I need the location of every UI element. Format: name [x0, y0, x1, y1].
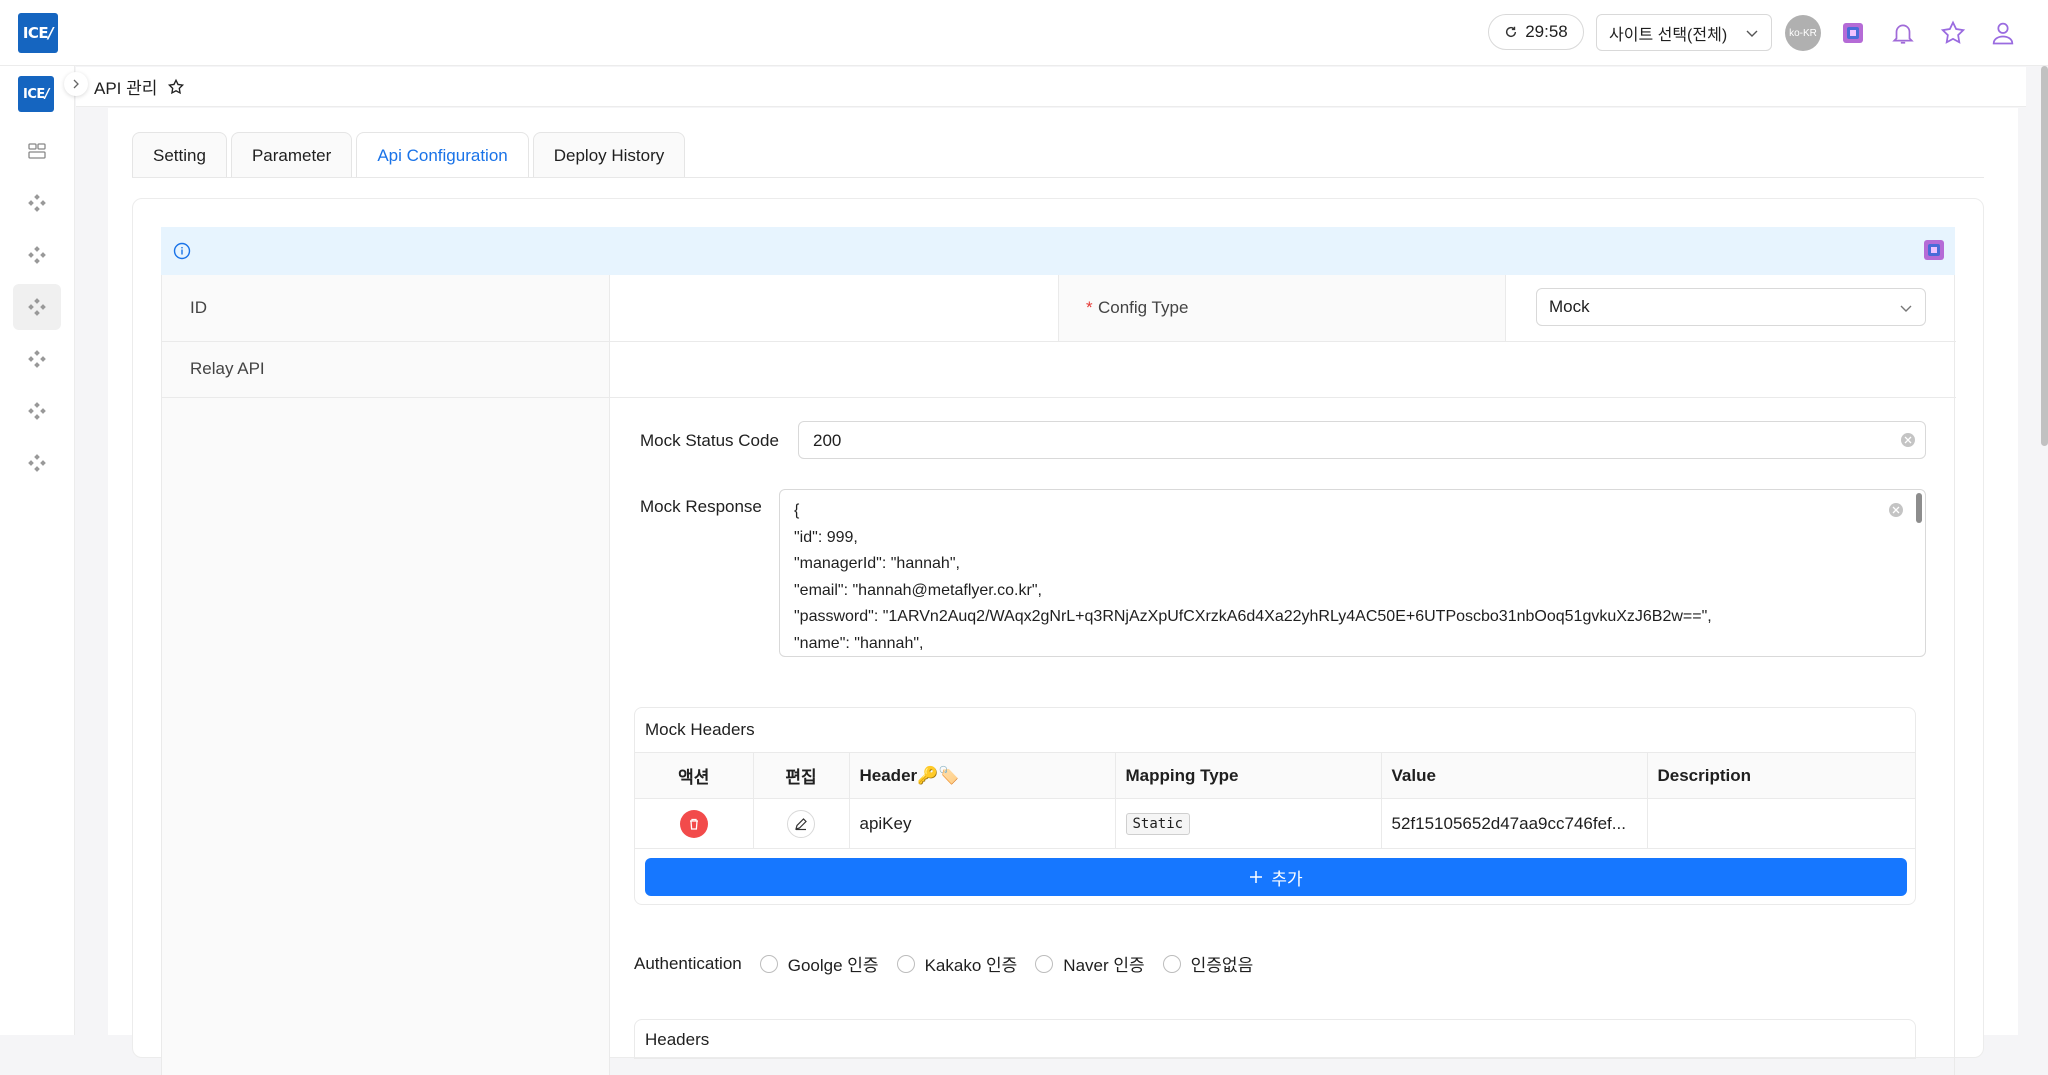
sidebar-item-module-2[interactable] [13, 232, 61, 278]
column-header-header: Header🔑🏷️ [849, 752, 1116, 799]
page-scrollbar[interactable] [2041, 66, 2048, 446]
column-header-edit: 편집 [753, 752, 850, 799]
pencil-icon [795, 817, 807, 830]
row-divider [162, 341, 1956, 342]
headers-title: Headers [645, 1030, 710, 1049]
trash-icon [689, 818, 698, 830]
page-title: API 관리 [94, 79, 158, 98]
edit-button[interactable] [787, 809, 815, 838]
bell-icon[interactable] [1886, 16, 1920, 50]
mock-response-textarea[interactable]: { "id": 999, "managerId": "hannah", "ema… [779, 489, 1926, 657]
clear-icon[interactable] [1901, 433, 1915, 447]
description-cell [1647, 798, 1915, 849]
module-icon [28, 350, 46, 368]
top-header: ICE/ 29:58 사이트 선택(전체) ko-KR [0, 0, 2048, 66]
refresh-icon [1506, 26, 1517, 38]
mapping-type-cell: Static [1115, 798, 1382, 849]
user-icon[interactable] [1986, 16, 2020, 50]
plus-icon [1250, 871, 1263, 883]
mock-response-label: Mock Response [640, 497, 762, 516]
radio-google[interactable] [759, 954, 778, 973]
label-column [162, 275, 610, 1075]
mock-headers-panel: Mock Headers 액션 편집 Header🔑🏷️ Mapping Typ… [634, 707, 1916, 905]
delete-button[interactable] [679, 809, 708, 838]
mock-status-code-input[interactable]: 200 [798, 421, 1926, 459]
id-label: ID [190, 298, 207, 317]
sidebar-item-module-3[interactable] [13, 284, 61, 330]
mock-headers-title: Mock Headers [645, 720, 755, 739]
mock-status-code-label: Mock Status Code [640, 431, 779, 450]
module-icon [28, 454, 46, 472]
table-row: apiKey Static 52f15105652d47aa9cc746fef.… [635, 798, 1915, 849]
tab-divider [132, 177, 1984, 178]
relay-api-label: Relay API [190, 359, 265, 378]
textarea-scrollbar[interactable] [1916, 493, 1922, 523]
star-icon[interactable] [1936, 16, 1970, 50]
chevron-right-icon [73, 79, 79, 89]
mock-headers-table: 액션 편집 Header🔑🏷️ Mapping Type Value Descr… [635, 752, 1915, 849]
sidebar-item-dashboard[interactable] [13, 128, 61, 174]
tab-bar: Setting Parameter Api Configuration Depl… [132, 132, 686, 178]
module-icon [28, 402, 46, 420]
radio-none[interactable] [1162, 954, 1181, 973]
sidebar: ICE / [0, 66, 75, 1035]
session-timer[interactable]: 29:58 [1488, 14, 1584, 50]
app-badge-icon[interactable] [1921, 237, 1947, 263]
value-cell: 52f15105652d47aa9cc746fef... [1381, 798, 1648, 849]
site-select[interactable]: 사이트 선택(전체) [1596, 14, 1772, 51]
info-bar [161, 227, 1955, 275]
add-header-button[interactable]: 추가 [645, 858, 1907, 896]
module-icon [28, 246, 46, 264]
column-header-mapping-type: Mapping Type [1115, 752, 1382, 799]
config-card: ID * Config Type Mock Relay API Mock Sta… [132, 198, 1984, 1075]
chevron-down-icon [1746, 30, 1758, 37]
tab-setting[interactable]: Setting [132, 132, 227, 178]
headers-panel: Headers [634, 1019, 1916, 1059]
tab-api-configuration[interactable]: Api Configuration [356, 132, 529, 178]
module-icon [28, 194, 46, 212]
mapping-type-tag: Static [1125, 812, 1191, 835]
sidebar-logo[interactable]: ICE / [18, 76, 54, 112]
tab-deploy-history[interactable]: Deploy History [532, 132, 686, 178]
breadcrumb: API 관리 [76, 67, 2026, 107]
clear-icon[interactable] [1889, 503, 1903, 517]
tab-parameter[interactable]: Parameter [230, 132, 353, 178]
table-header-row: 액션 편집 Header🔑🏷️ Mapping Type Value Descr… [635, 752, 1915, 799]
column-header-value: Value [1381, 752, 1648, 799]
sidebar-item-module-4[interactable] [13, 336, 61, 382]
edit-cell [753, 798, 850, 849]
config-type-select[interactable]: Mock [1536, 288, 1926, 326]
chevron-down-icon [1900, 305, 1912, 312]
column-header-description: Description [1647, 752, 1915, 799]
app-badge-icon[interactable] [1836, 16, 1870, 50]
row-divider [162, 397, 1956, 398]
sidebar-item-module-5[interactable] [13, 388, 61, 434]
main-content: Setting Parameter Api Configuration Depl… [108, 108, 2018, 1075]
app-logo[interactable]: ICE / [18, 13, 58, 53]
required-mark: * [1086, 298, 1093, 317]
mock-response-content: { "id": 999, "managerId": "hannah", "ema… [794, 502, 1712, 652]
sidebar-item-module-1[interactable] [13, 180, 61, 226]
sidebar-item-module-6[interactable] [13, 440, 61, 486]
column-header-action: 액션 [635, 752, 754, 799]
radio-naver[interactable] [1035, 954, 1054, 973]
language-avatar[interactable]: ko-KR [1785, 15, 1821, 51]
sidebar-collapse-button[interactable] [64, 72, 88, 96]
header-cell: apiKey [849, 798, 1116, 849]
authentication-label: Authentication [634, 953, 742, 973]
config-type-label: Config Type [1098, 298, 1189, 317]
authentication-group: Authentication Goolge 인증 Kakako 인증 Naver… [634, 953, 1254, 976]
module-icon [28, 298, 46, 316]
action-cell [635, 798, 754, 849]
favorite-star-icon[interactable] [167, 78, 185, 96]
dashboard-icon [28, 143, 46, 159]
info-icon [173, 242, 191, 260]
radio-kakao[interactable] [896, 954, 915, 973]
